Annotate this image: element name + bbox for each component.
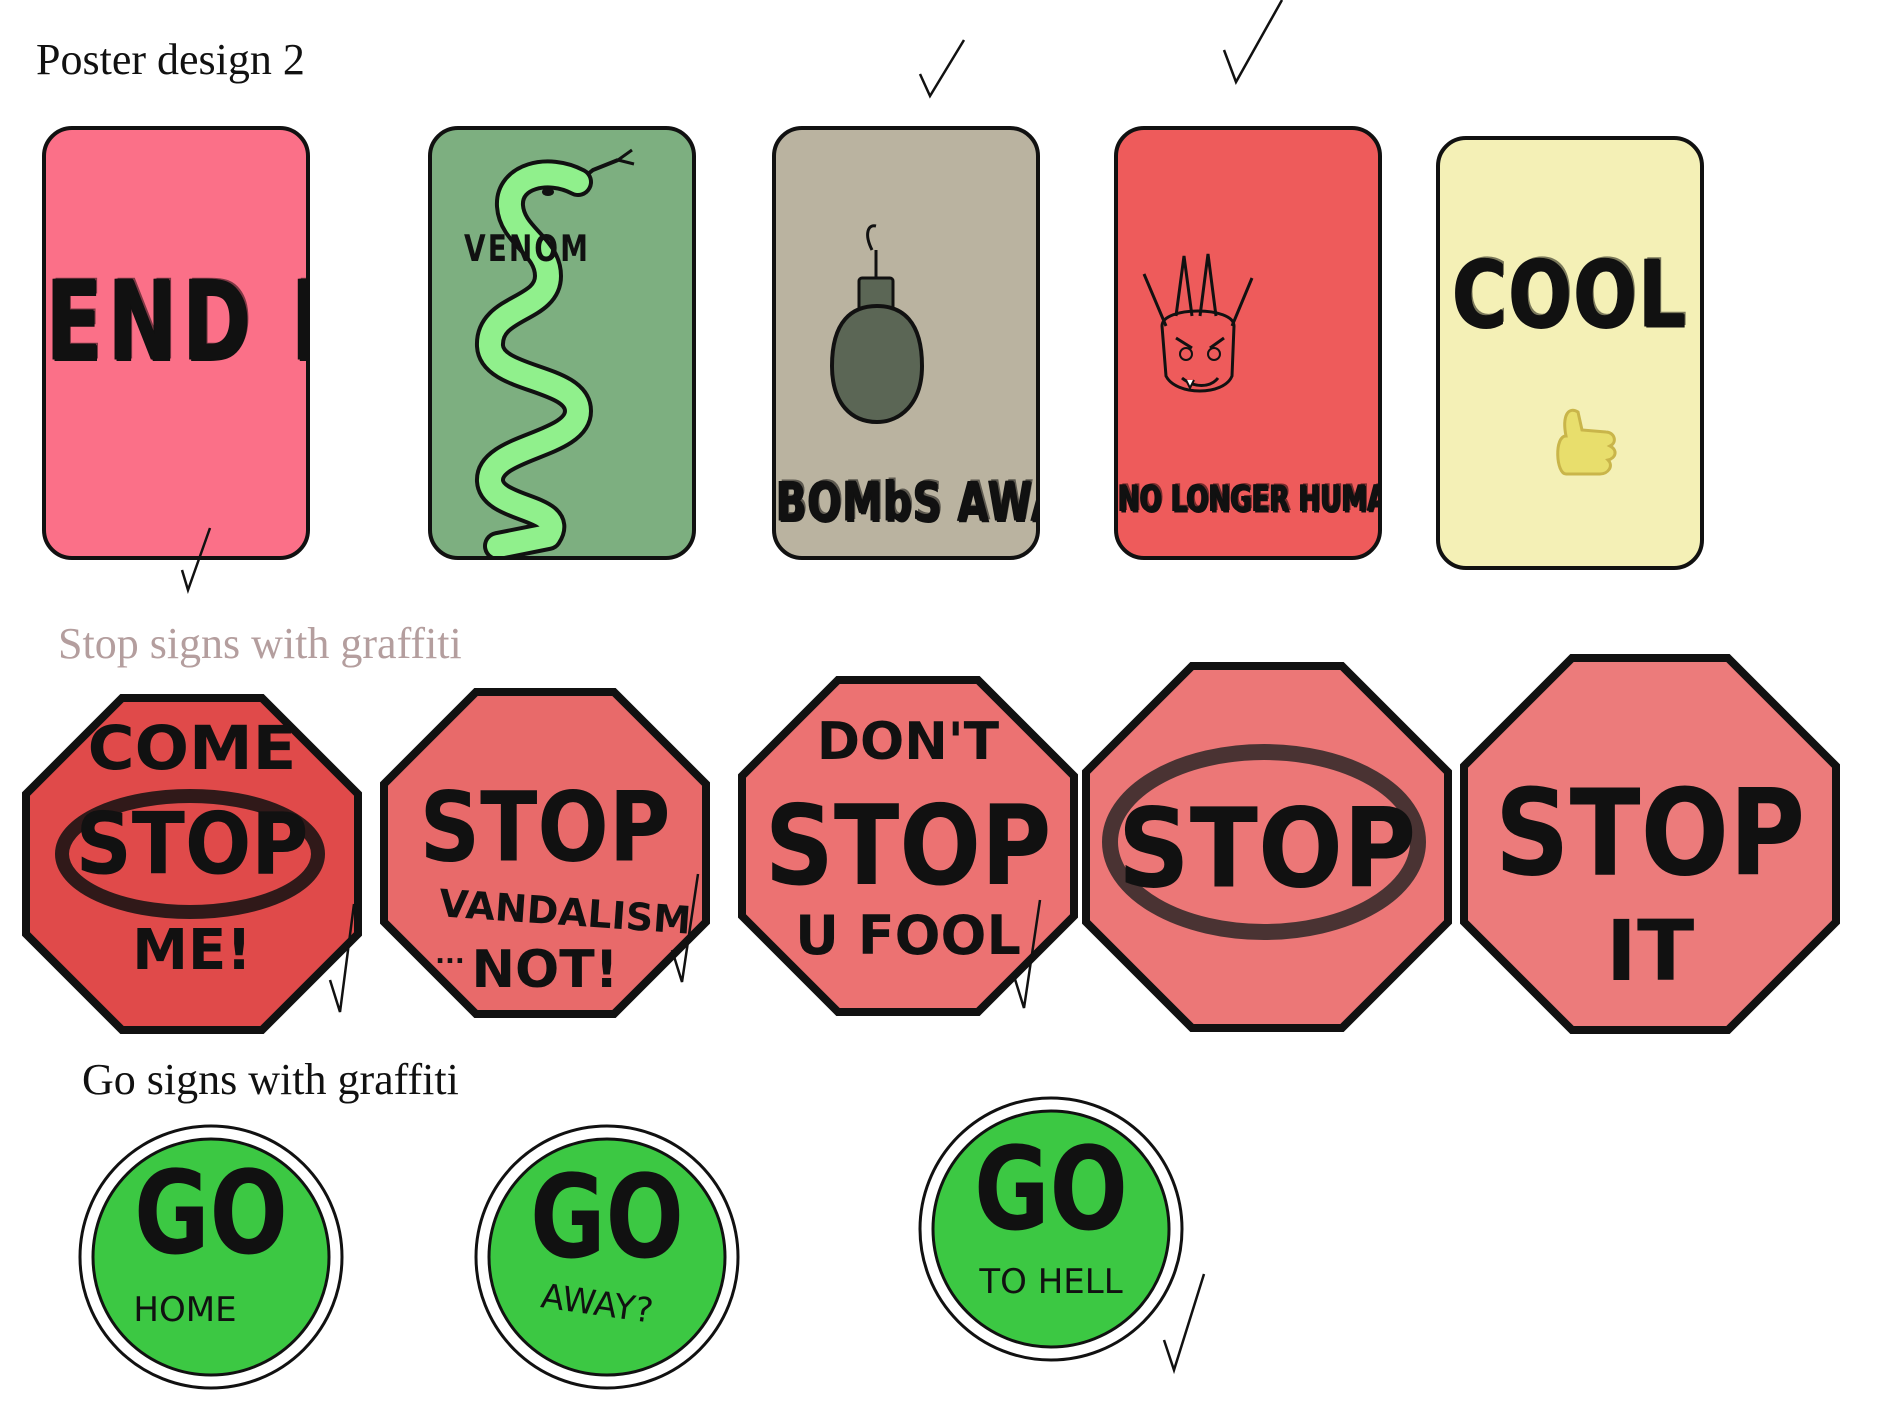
checkmark-icon [1222, 0, 1284, 85]
thumbs-up-icon [1556, 408, 1617, 476]
checkmark-icon [1012, 899, 1042, 1009]
go-sign-2-main: GO [530, 1150, 684, 1285]
section-title-posters: Poster design 2 [36, 35, 305, 84]
stop-sign-1-top: COME [87, 713, 297, 785]
stop-sign-4-main: STOP [1117, 784, 1417, 913]
go-sign-3-sub: TO HELL [979, 1262, 1123, 1302]
stop-sign-1-main: STOP [75, 795, 309, 895]
go-sign-1-sub: HOME [133, 1290, 237, 1330]
snake-icon [475, 148, 635, 556]
stop-sign-2-main: STOP [419, 770, 671, 884]
poster-cool: COOL [1436, 136, 1704, 570]
poster-venom-text: VENOM [464, 227, 590, 270]
section-title-stop-signs: Stop signs with graffiti [58, 619, 462, 668]
poster-no-longer-human-text: NO LONGER HUMAN [1118, 479, 1382, 521]
stop-sign-3-main: STOP [764, 781, 1052, 911]
poster-venom: VENOM [428, 126, 696, 560]
poster-end-it-text: END IT [46, 258, 306, 387]
poster-bombs-away: BOMbS AWAY [772, 126, 1040, 560]
poster-bombs-away-text: BOMbS AWAY [776, 471, 1036, 535]
checkmark-icon [1162, 1273, 1206, 1375]
stop-sign-5-main: STOP [1494, 762, 1806, 904]
stop-sign-2-bottom2: NOT! [471, 940, 619, 1000]
checkmark-icon [918, 39, 966, 99]
checkmark-icon [670, 873, 700, 983]
section-title-go-signs: Go signs with graffiti [82, 1055, 459, 1104]
go-sign-1-main: GO [134, 1146, 288, 1281]
stop-sign-3-top: DON'T [816, 712, 1000, 772]
poster-end-it: END IT [42, 126, 310, 560]
checkmark-icon [180, 527, 212, 595]
stop-sign-1-bottom: ME! [132, 918, 252, 983]
go-sign-3-main: GO [974, 1122, 1128, 1257]
checkmark-icon [328, 903, 356, 1013]
poster-no-longer-human: NO LONGER HUMAN [1114, 126, 1382, 560]
stop-sign-5-bottom: IT [1605, 902, 1695, 1000]
